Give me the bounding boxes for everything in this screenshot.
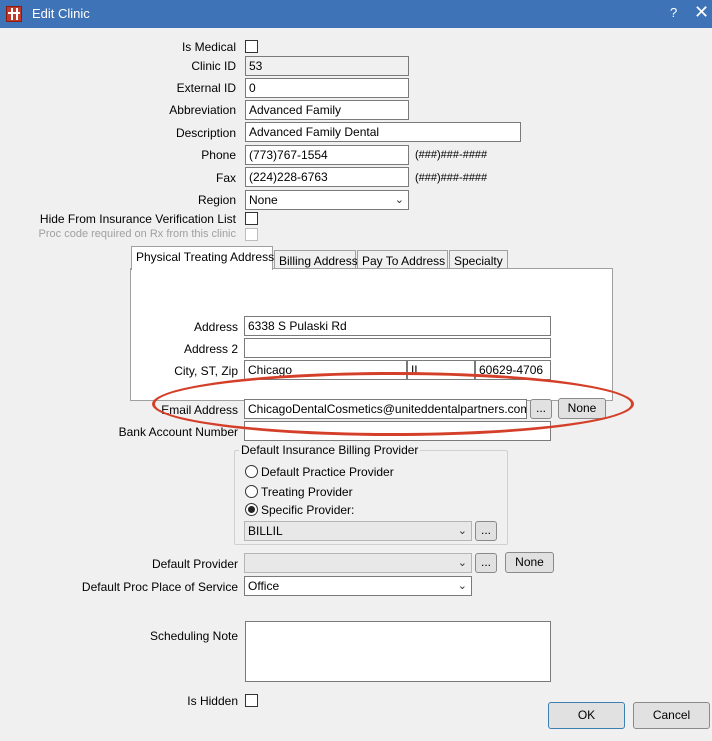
radio-default-practice-provider[interactable] [245, 465, 258, 478]
description-field[interactable]: Advanced Family Dental [245, 122, 521, 142]
hide-insurance-checkbox[interactable] [245, 212, 258, 225]
ok-button[interactable]: OK [548, 702, 625, 729]
fax-format-hint: (###)###-#### [415, 172, 488, 184]
address2-label: Address 2 [183, 342, 238, 356]
title-bar: Edit Clinic ? ✕ [0, 0, 712, 28]
specific-provider-dropdown[interactable]: BILLIL ⌄ [244, 521, 472, 541]
scheduling-note-label: Scheduling Note [149, 629, 238, 643]
default-provider-browse-button[interactable]: ... [475, 553, 497, 573]
email-browse-button[interactable]: ... [530, 399, 552, 419]
is-medical-label: Is Medical [181, 40, 236, 54]
address-label: Address [193, 320, 238, 334]
help-button[interactable]: ? [670, 5, 677, 20]
fax-field[interactable]: (224)228-6763 [245, 167, 409, 187]
chevron-down-icon: ⌄ [457, 525, 467, 537]
billing-provider-title: Default Insurance Billing Provider [239, 443, 421, 457]
phone-field[interactable]: (773)767-1554 [245, 145, 409, 165]
tab-physical-treating-address[interactable]: Physical Treating Address [131, 246, 274, 270]
window-title: Edit Clinic [32, 6, 90, 21]
email-none-button[interactable]: None [558, 398, 606, 419]
place-of-service-label: Default Proc Place of Service [81, 580, 238, 594]
specific-provider-value: BILLIL [248, 524, 283, 538]
state-field[interactable]: IL [407, 360, 475, 380]
specific-provider-label: Specific Provider: [261, 503, 355, 517]
radio-specific-provider[interactable] [245, 503, 258, 516]
specific-provider-browse-button[interactable]: ... [475, 521, 497, 541]
external-id-field[interactable]: 0 [245, 78, 409, 98]
address-field[interactable]: 6338 S Pulaski Rd [244, 316, 551, 336]
zip-field[interactable]: 60629-4706 [475, 360, 551, 380]
phone-label: Phone [201, 148, 236, 162]
clinic-id-label: Clinic ID [191, 59, 236, 73]
region-dropdown[interactable]: None ⌄ [245, 190, 409, 210]
default-provider-dropdown[interactable]: ⌄ [244, 553, 472, 573]
fax-label: Fax [215, 171, 236, 185]
default-provider-label: Default Provider [151, 557, 238, 571]
tab-pay-to-address[interactable]: Pay To Address [357, 250, 448, 270]
is-hidden-label: Is Hidden [187, 694, 238, 708]
default-provider-none-button[interactable]: None [505, 552, 554, 573]
tab-specialty[interactable]: Specialty [449, 250, 508, 270]
radio-treating-provider[interactable] [245, 485, 258, 498]
treating-provider-label: Treating Provider [261, 485, 353, 499]
is-hidden-checkbox[interactable] [245, 694, 258, 707]
place-of-service-dropdown[interactable]: Office ⌄ [244, 576, 472, 596]
external-id-label: External ID [176, 81, 236, 95]
abbreviation-field[interactable]: Advanced Family [245, 100, 409, 120]
chevron-down-icon: ⌄ [394, 194, 404, 206]
cancel-button[interactable]: Cancel [633, 702, 710, 729]
region-value: None [249, 193, 278, 207]
abbreviation-label: Abbreviation [169, 103, 236, 117]
clinic-id-field: 53 [245, 56, 409, 76]
address2-field[interactable] [244, 338, 551, 358]
chevron-down-icon: ⌄ [457, 557, 467, 569]
city-field[interactable]: Chicago [244, 360, 407, 380]
phone-format-hint: (###)###-#### [415, 149, 488, 161]
email-field[interactable]: ChicagoDentalCosmetics@uniteddentalpartn… [244, 399, 527, 419]
bank-account-field[interactable] [244, 421, 551, 441]
place-of-service-value: Office [248, 579, 280, 593]
city-st-zip-label: City, ST, Zip [174, 364, 238, 378]
scheduling-note-field[interactable] [245, 621, 551, 682]
region-label: Region [197, 193, 236, 207]
description-label: Description [175, 126, 236, 140]
close-button[interactable]: ✕ [694, 2, 709, 23]
hide-insurance-label: Hide From Insurance Verification List [39, 212, 236, 226]
tab-billing-address[interactable]: Billing Address [274, 250, 358, 270]
chevron-down-icon: ⌄ [457, 580, 467, 592]
bank-account-label: Bank Account Number [118, 425, 238, 439]
proc-code-label: Proc code required on Rx from this clini… [38, 228, 236, 240]
proc-code-checkbox [245, 228, 258, 241]
app-icon [6, 6, 22, 22]
is-medical-checkbox[interactable] [245, 40, 258, 53]
default-practice-provider-label: Default Practice Provider [261, 465, 394, 479]
email-label: Email Address [161, 403, 238, 417]
